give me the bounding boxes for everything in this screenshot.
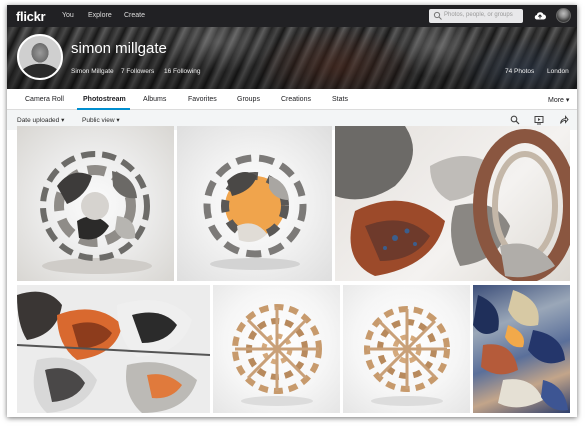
photo-image (335, 126, 570, 281)
profile-username: Simon Millgate (71, 68, 114, 75)
nav-explore[interactable]: Explore (88, 12, 112, 19)
nav-create[interactable]: Create (124, 12, 145, 19)
nav-you[interactable]: You (62, 12, 74, 19)
chevron-down-icon: ▾ (61, 117, 65, 124)
photo-image (17, 291, 210, 413)
search-icon[interactable] (510, 115, 520, 125)
photo-tile[interactable] (343, 285, 470, 413)
photo-tile[interactable] (213, 285, 340, 413)
profile-tabs: Camera Roll Photostream Albums Favorites… (7, 89, 577, 110)
followers-link[interactable]: 7 Followers (121, 68, 154, 75)
profile-avatar[interactable] (17, 34, 63, 80)
tab-camera-roll[interactable]: Camera Roll (25, 96, 64, 103)
photo-image (40, 151, 152, 274)
tab-stats[interactable]: Stats (332, 96, 348, 103)
slideshow-icon[interactable] (534, 115, 544, 125)
profile-cover-banner: simon millgate Simon Millgate 7 Follower… (7, 27, 577, 89)
sort-dropdown[interactable]: Date uploaded ▾ (17, 116, 64, 124)
photo-count: 74 Photos (505, 68, 535, 75)
view-label: Public view (82, 117, 115, 124)
banner-overlay (7, 27, 577, 89)
photo-tile[interactable] (17, 285, 210, 413)
more-menu[interactable]: More ▾ (548, 96, 569, 104)
upload-cloud-icon[interactable] (533, 9, 547, 23)
more-label: More (548, 97, 564, 104)
flickr-logo[interactable]: flickr (16, 9, 46, 24)
following-link[interactable]: 16 Following (164, 68, 201, 75)
photo-tile[interactable] (335, 126, 570, 281)
search-box[interactable]: Photos, people, or groups (429, 9, 523, 23)
tab-groups[interactable]: Groups (237, 96, 260, 103)
top-navigation-bar: flickr You Explore Create Photos, people… (7, 5, 577, 27)
user-avatar[interactable] (556, 8, 571, 23)
photo-tile[interactable] (177, 126, 332, 281)
chevron-down-icon: ▾ (565, 97, 570, 104)
search-input[interactable]: Photos, people, or groups (444, 12, 513, 18)
tab-photostream[interactable]: Photostream (83, 96, 126, 103)
tab-creations[interactable]: Creations (281, 96, 311, 103)
view-dropdown[interactable]: Public view ▾ (82, 116, 120, 124)
browser-frame: flickr You Explore Create Photos, people… (7, 5, 577, 417)
photo-image (203, 154, 307, 270)
chevron-down-icon: ▾ (116, 117, 120, 124)
sort-label: Date uploaded (17, 117, 60, 124)
photo-image (473, 290, 568, 411)
photo-image (364, 306, 450, 406)
tab-albums[interactable]: Albums (143, 96, 166, 103)
profile-name: simon millgate (71, 40, 167, 57)
tab-favorites[interactable]: Favorites (188, 96, 217, 103)
search-icon (433, 11, 442, 20)
photo-tile[interactable] (17, 126, 174, 281)
profile-location: London (547, 68, 569, 75)
photo-image (232, 304, 322, 406)
share-icon[interactable] (559, 115, 569, 125)
photo-tile[interactable] (473, 285, 570, 413)
